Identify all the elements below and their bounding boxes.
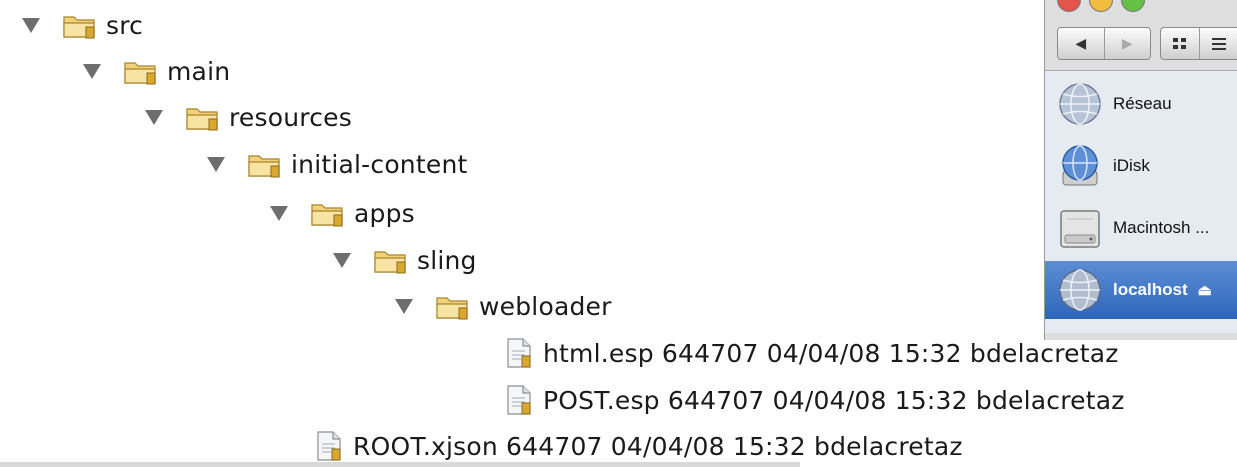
idisk-icon [1062,145,1098,186]
sidebar-item-label: Réseau [1113,94,1172,113]
back-arrow-icon[interactable]: ◀ [1058,28,1104,59]
disclosure-triangle-icon[interactable] [22,17,40,33]
eject-icon[interactable]: ⏏ [1198,281,1212,299]
minimize-window-icon[interactable] [1089,0,1113,12]
folder-icon [310,198,344,228]
sidebar-item-label: Macintosh ... [1113,218,1210,237]
back-forward-control: ◀ ▶ [1057,27,1151,60]
disclosure-triangle-icon[interactable] [395,298,413,314]
folder-icon [123,56,157,86]
folder-label: initial-content [291,149,468,179]
tree-row-webloader[interactable]: webloader [395,286,612,326]
sidebar-item-reseau[interactable]: Réseau [1045,75,1237,133]
tree-row-post-esp[interactable]: POST.esp 644707 04/04/08 15:32 bdelacret… [505,380,1125,420]
file-icon [315,430,343,462]
disclosure-triangle-icon[interactable] [270,205,288,221]
folder-icon [373,245,407,275]
tree-row-initial-content[interactable]: initial-content [207,144,468,184]
bottom-divider [0,462,800,467]
tree-row-root-xjson[interactable]: ROOT.xjson 644707 04/04/08 15:32 bdelacr… [315,426,963,466]
folder-icon [62,10,96,40]
folder-icon [435,291,469,321]
tree-row-apps[interactable]: apps [270,193,415,233]
sidebar-item-label: localhost [1113,280,1188,299]
forward-arrow-icon[interactable]: ▶ [1103,28,1151,59]
folder-icon [185,102,219,132]
finder-window: ◀ ▶ Réseau iDisk Macintosh ... localhost… [1044,0,1237,340]
disclosure-triangle-icon[interactable] [145,109,163,125]
globe-icon [1059,83,1101,125]
file-label: ROOT.xjson 644707 04/04/08 15:32 bdelacr… [353,431,963,461]
file-label: html.esp 644707 04/04/08 15:32 bdelacret… [543,338,1119,368]
window-controls [1057,0,1145,12]
sidebar-item-label: iDisk [1113,156,1150,175]
hard-drive-icon [1060,210,1100,248]
finder-sidebar: Réseau iDisk Macintosh ... localhost ⏏ [1045,70,1237,333]
tree-row-sling[interactable]: sling [333,240,477,280]
server-globe-icon [1059,269,1101,311]
folder-label: sling [417,245,477,275]
folder-label: webloader [479,291,612,321]
view-mode-control [1160,27,1237,60]
tree-row-html-esp[interactable]: html.esp 644707 04/04/08 15:32 bdelacret… [505,333,1119,373]
sidebar-item-idisk[interactable]: iDisk [1045,137,1237,195]
tree-row-src[interactable]: src [22,5,143,45]
zoom-window-icon[interactable] [1121,0,1145,12]
sidebar-item-macintosh[interactable]: Macintosh ... [1045,199,1237,257]
icon-view-icon[interactable] [1161,28,1199,59]
list-view-icon[interactable] [1199,28,1237,59]
folder-label: apps [354,198,415,228]
disclosure-triangle-icon[interactable] [83,63,101,79]
file-icon [505,337,533,369]
file-icon [505,384,533,416]
close-window-icon[interactable] [1057,0,1081,12]
folder-label: main [167,56,231,86]
tree-row-resources[interactable]: resources [145,97,352,137]
folder-icon [247,149,281,179]
file-label: POST.esp 644707 04/04/08 15:32 bdelacret… [543,385,1125,415]
folder-label: src [106,10,144,40]
disclosure-triangle-icon[interactable] [207,156,225,172]
disclosure-triangle-icon[interactable] [333,252,351,268]
sidebar-item-localhost[interactable]: localhost ⏏ [1045,261,1237,319]
folder-label: resources [229,102,352,132]
tree-row-main[interactable]: main [83,51,230,91]
